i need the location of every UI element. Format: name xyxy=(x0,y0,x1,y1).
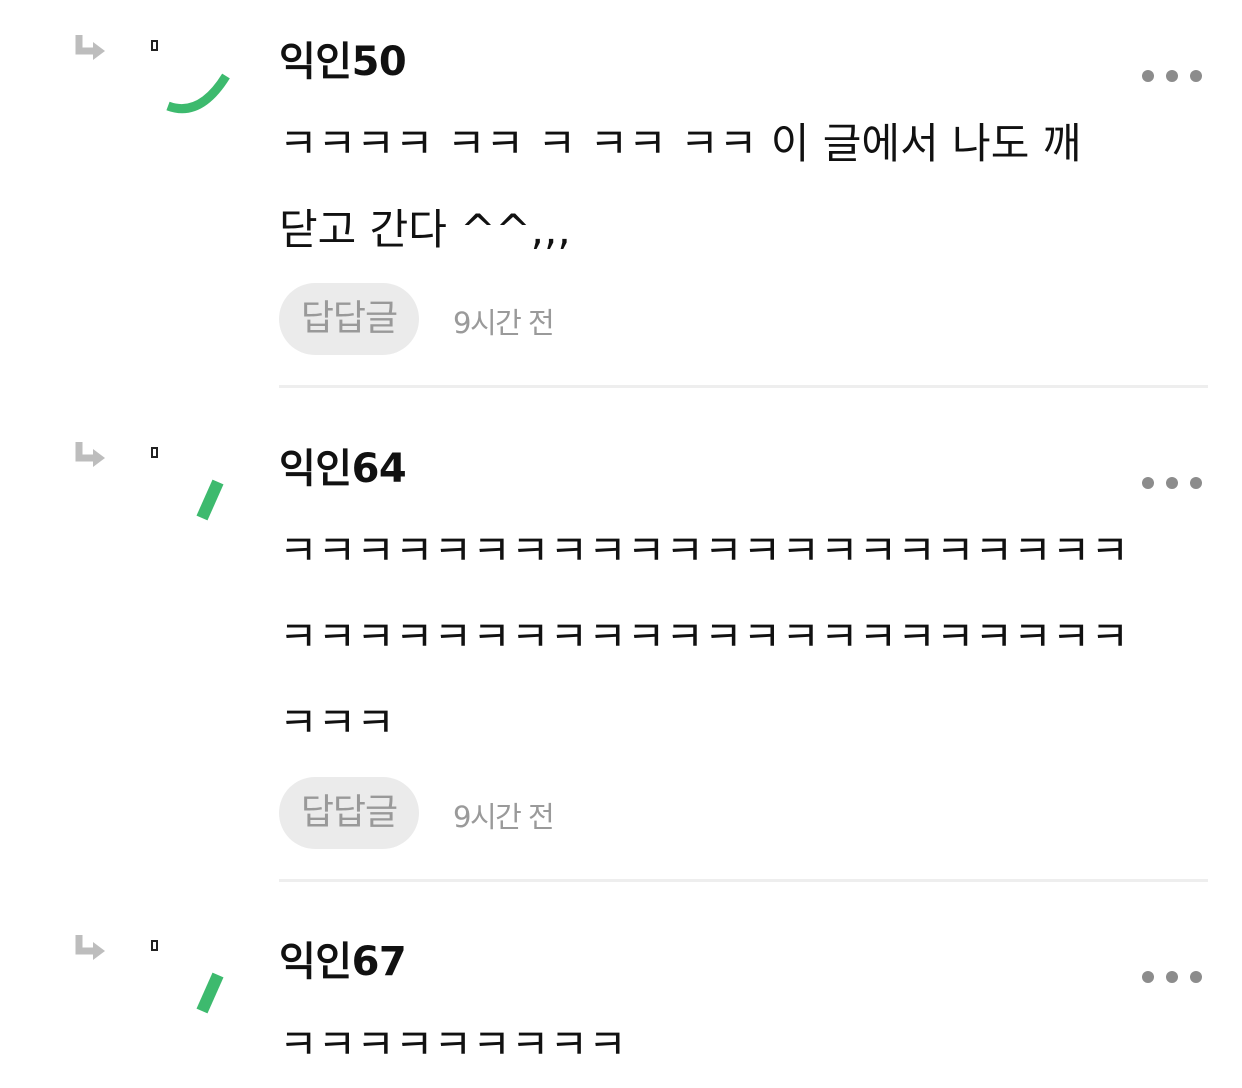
green-dash-avatar-icon[interactable] xyxy=(160,460,240,540)
green-arc-avatar-icon[interactable] xyxy=(160,40,240,120)
reply-arrow-icon xyxy=(75,442,105,467)
comment-timestamp: 9시간 전 xyxy=(453,306,555,340)
comment-timestamp: 9시간 전 xyxy=(453,800,555,834)
small-box-icon xyxy=(151,940,161,954)
more-options-icon[interactable] xyxy=(1142,476,1202,490)
comment-author[interactable]: 익인50 xyxy=(279,37,407,87)
divider xyxy=(279,385,1208,388)
comment-text: ㅋㅋㅋㅋㅋㅋㅋㅋㅋㅋㅋㅋㅋㅋㅋㅋㅋㅋㅋㅋㅋㅋ ㅋㅋㅋㅋㅋㅋㅋㅋㅋㅋㅋㅋㅋㅋㅋㅋㅋ… xyxy=(279,526,1130,747)
small-box-icon xyxy=(151,447,161,461)
green-dash-avatar-icon[interactable] xyxy=(160,953,240,1033)
reply-arrow-icon xyxy=(75,35,105,60)
comment-author[interactable]: 익인64 xyxy=(279,444,407,494)
reply-button[interactable]: 답답글 xyxy=(279,777,419,849)
more-options-icon[interactable] xyxy=(1142,970,1202,984)
divider xyxy=(279,879,1208,882)
comment-text: ㅋㅋㅋㅋ ㅋㅋ ㅋ ㅋㅋ ㅋㅋ 이 글에서 나도 깨 닫고 간다 ^^,,, xyxy=(279,119,1082,254)
more-options-icon[interactable] xyxy=(1142,69,1202,83)
reply-button[interactable]: 답답글 xyxy=(279,283,419,355)
comment-author[interactable]: 익인67 xyxy=(279,937,407,987)
comment-text: ㅋㅋㅋㅋㅋㅋㅋㅋㅋ xyxy=(279,1020,627,1069)
reply-arrow-icon xyxy=(75,935,105,960)
